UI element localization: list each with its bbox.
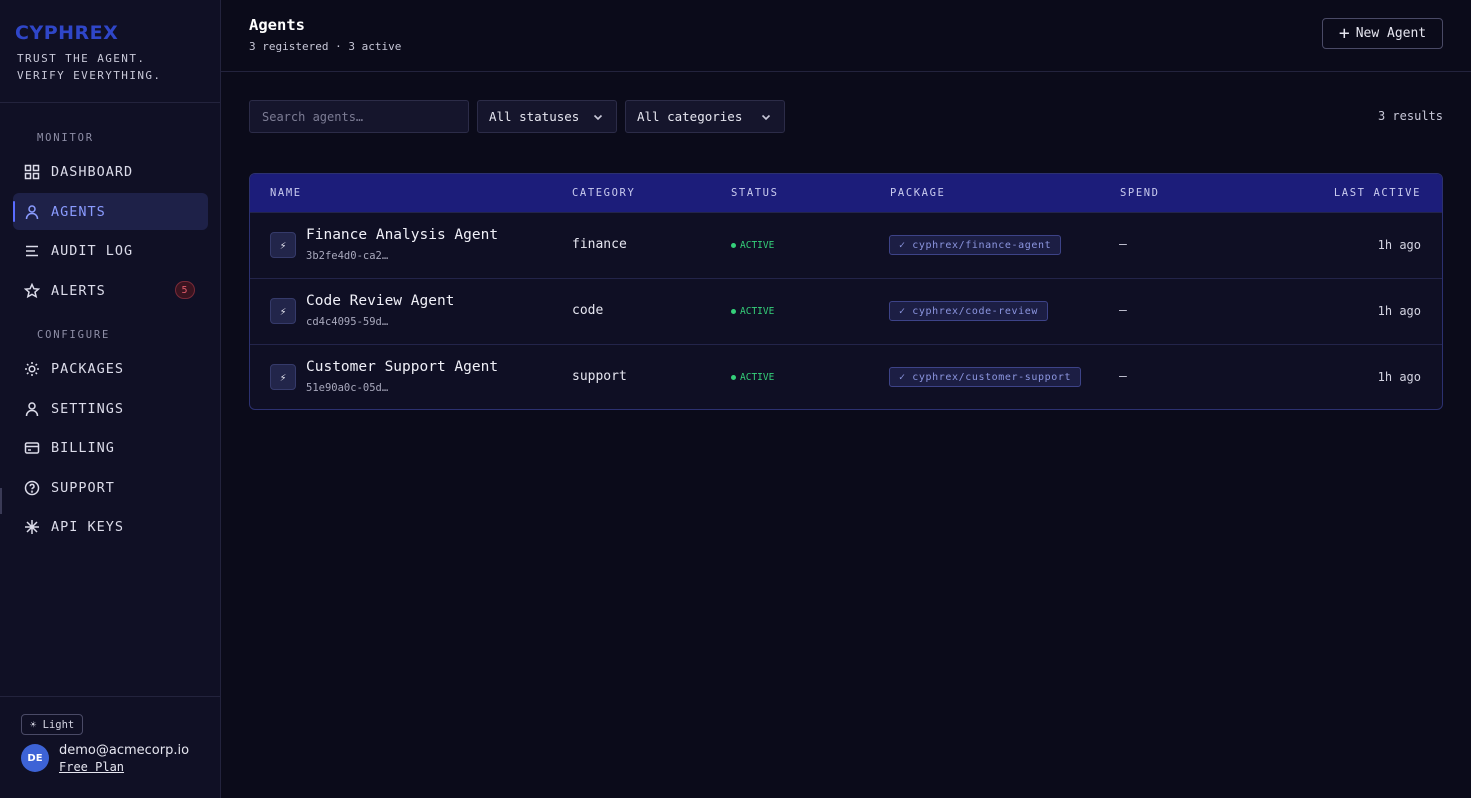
brand: CYPHREX TRUST THE AGENT. VERIFY EVERYTHI… [0,0,220,103]
page-title: Agents [249,16,305,34]
page-subtitle: 3 registered · 3 active [249,40,402,53]
sidebar-item-label: PACKAGES [51,360,125,377]
agent-spend: — [1119,237,1127,252]
section-label-configure: CONFIGURE [37,329,111,341]
sidebar-item-audit-log[interactable]: AUDIT LOG [13,232,208,269]
plan-link[interactable]: Free Plan [59,760,124,774]
theme-toggle-button[interactable]: ☀ Light [21,714,84,735]
column-header-status[interactable]: STATUS [731,187,779,199]
chevron-down-icon [761,114,771,120]
sidebar-item-packages[interactable]: PACKAGES [13,350,208,387]
agent-spend: — [1119,303,1127,318]
user-icon [24,401,40,417]
table-header: NAME CATEGORY STATUS PACKAGE SPEND LAST … [250,174,1442,212]
category-filter-select[interactable]: All categories [625,100,785,133]
agent-name[interactable]: Code Review Agent [306,293,454,309]
agent-id: 51e90a0c-05d… [306,382,389,394]
star-icon [24,282,40,299]
agent-id: cd4c4095-59d… [306,316,389,328]
package-badge[interactable]: ✓ cyphrex/finance-agent [889,235,1062,255]
column-header-last-active[interactable]: LAST ACTIVE [1334,187,1421,199]
agents-table: NAME CATEGORY STATUS PACKAGE SPEND LAST … [249,173,1443,410]
user-email: demo@acmecorp.io [59,743,190,758]
bolt-icon: ⚡ [270,298,296,324]
grid-icon [24,164,40,180]
agent-category: finance [572,237,627,252]
table-row[interactable]: ⚡ Customer Support Agent 51e90a0c-05d… s… [250,344,1442,409]
column-header-package[interactable]: PACKAGE [890,187,945,199]
status-filter-select[interactable]: All statuses [477,100,617,133]
bolt-icon: ⚡ [270,232,296,258]
status-text: ACTIVE [740,306,775,317]
asterisk-icon [24,519,40,535]
agent-category: code [572,303,604,318]
agent-name[interactable]: Customer Support Agent [306,359,498,375]
sidebar-item-label: ALERTS [51,282,106,299]
sidebar-item-settings[interactable]: SETTINGS [13,390,208,427]
sun-icon [24,361,40,377]
tagline-line-2: VERIFY EVERYTHING. [17,69,162,82]
sidebar-item-support[interactable]: SUPPORT [13,469,208,506]
card-icon [24,440,40,456]
status-text: ACTIVE [740,372,775,383]
status-filter-value: All statuses [489,109,580,124]
sidebar-item-api-keys[interactable]: API KEYS [13,508,208,545]
column-header-spend[interactable]: SPEND [1120,187,1160,199]
sidebar-item-label: AUDIT LOG [51,242,134,259]
tagline: TRUST THE AGENT. VERIFY EVERYTHING. [15,50,220,84]
agent-spend: — [1119,369,1127,384]
section-label-monitor: MONITOR [37,132,94,144]
alerts-count-badge: 5 [175,281,195,299]
avatar[interactable]: DE [21,744,49,772]
sidebar-item-label: AGENTS [51,203,106,220]
status-badge: ACTIVE [731,240,774,251]
status-dot-icon [731,309,736,314]
logo[interactable]: CYPHREX [15,22,220,44]
agent-last-active: 1h ago [1377,370,1421,384]
column-header-name[interactable]: NAME [270,187,302,199]
sidebar: CYPHREX TRUST THE AGENT. VERIFY EVERYTHI… [0,0,221,798]
agent-name[interactable]: Finance Analysis Agent [306,227,498,243]
sidebar-item-dashboard[interactable]: DASHBOARD [13,153,208,190]
status-dot-icon [731,375,736,380]
lines-icon [24,243,40,259]
agent-last-active: 1h ago [1377,238,1421,252]
chevron-down-icon [593,114,603,120]
sidebar-item-label: API KEYS [51,518,125,535]
sidebar-item-label: BILLING [51,439,115,456]
column-header-category[interactable]: CATEGORY [572,187,635,199]
table-row[interactable]: ⚡ Code Review Agent cd4c4095-59d… code A… [250,278,1442,344]
category-filter-value: All categories [637,109,743,124]
sidebar-footer: ☀ Light DE demo@acmecorp.io Free Plan [0,696,220,798]
status-dot-icon [731,243,736,248]
new-agent-label: New Agent [1355,26,1427,41]
sidebar-item-label: DASHBOARD [51,163,134,180]
sidebar-item-billing[interactable]: BILLING [13,429,208,466]
agent-category: support [572,369,627,384]
sidebar-item-label: SETTINGS [51,400,125,417]
agent-icon [24,204,40,220]
sidebar-item-label: SUPPORT [51,479,115,496]
table-row[interactable]: ⚡ Finance Analysis Agent 3b2fe4d0-ca2… f… [250,212,1442,278]
package-badge[interactable]: ✓ cyphrex/customer-support [889,367,1082,387]
bolt-icon: ⚡ [270,364,296,390]
sidebar-item-alerts[interactable]: ALERTS 5 [13,272,208,309]
sidebar-item-agents[interactable]: AGENTS [13,193,208,230]
sidebar-resize-handle[interactable] [0,488,2,514]
status-badge: ACTIVE [731,372,774,383]
results-count: 3 results [1377,109,1443,123]
agent-last-active: 1h ago [1377,304,1421,318]
agent-id: 3b2fe4d0-ca2… [306,250,389,262]
page-header: Agents 3 registered · 3 active + New Age… [221,0,1471,72]
status-badge: ACTIVE [731,306,774,317]
package-badge[interactable]: ✓ cyphrex/code-review [889,301,1049,321]
status-text: ACTIVE [740,240,775,251]
help-icon [24,480,40,496]
new-agent-button[interactable]: + New Agent [1322,18,1443,49]
plus-icon: + [1338,22,1350,44]
tagline-line-1: TRUST THE AGENT. [17,52,146,65]
search-input[interactable] [249,100,469,133]
